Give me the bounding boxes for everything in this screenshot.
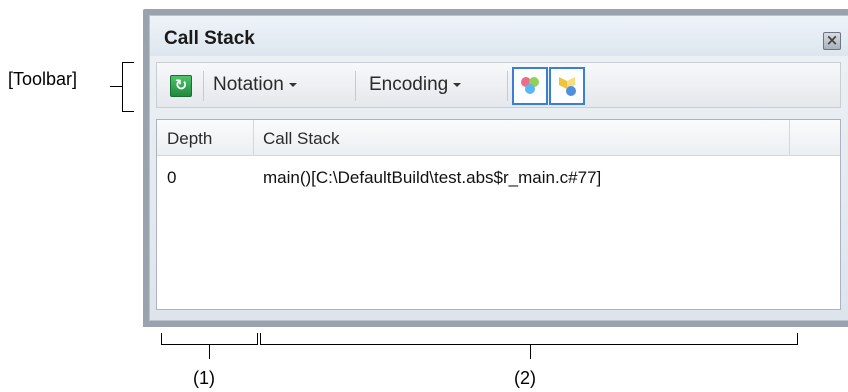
column-divider[interactable]: [253, 120, 254, 156]
refresh-icon: ↻: [170, 75, 192, 97]
encoding-menu-button[interactable]: Encoding: [369, 74, 462, 96]
callstack-column-bracket: [260, 333, 798, 345]
panel-title: Call Stack: [164, 28, 255, 49]
depth-column-label: (1): [193, 368, 215, 388]
display-arguments-toggle[interactable]: [549, 67, 585, 105]
depth-column-bracket-tick: [209, 345, 210, 359]
notation-menu-label: Notation: [213, 74, 284, 95]
column-divider[interactable]: [789, 120, 790, 156]
encoding-menu-label: Encoding: [369, 74, 449, 95]
cell-call-stack: main()[C:\DefaultBuild\test.abs$r_main.c…: [263, 168, 602, 187]
depth-column-bracket: [161, 333, 258, 345]
toolbar-separator: [355, 71, 356, 101]
panel-title-bar: Call Stack ×: [150, 16, 848, 56]
display-function-icon: [521, 77, 539, 94]
display-arguments-icon: [559, 77, 576, 96]
display-function-toggle[interactable]: [512, 67, 548, 105]
notation-menu-button[interactable]: Notation: [213, 74, 297, 96]
toolbar-callout-tick: [110, 86, 122, 87]
callstack-column-label: (2): [514, 368, 536, 388]
toolbar-separator: [203, 71, 204, 101]
cell-depth: 0: [167, 168, 177, 187]
toolbar-separator: [507, 71, 508, 101]
column-header-call-stack[interactable]: Call Stack: [263, 129, 340, 149]
toolbar: ↻ Notation Encoding: [156, 62, 841, 108]
chevron-down-icon: [288, 82, 297, 87]
close-icon[interactable]: ×: [823, 32, 841, 50]
table-header: Depth Call Stack: [157, 120, 840, 156]
chevron-down-icon: [453, 82, 462, 87]
callstack-column-bracket-tick: [530, 345, 531, 359]
column-header-depth[interactable]: Depth: [167, 129, 212, 149]
refresh-button[interactable]: ↻: [170, 75, 192, 97]
call-stack-panel-body: Call Stack × ↻ Notation Encoding Depth C…: [149, 15, 848, 321]
call-stack-table: Depth Call Stack 0 main()[C:\DefaultBuil…: [156, 119, 841, 310]
toolbar-callout-label: [Toolbar]: [8, 69, 78, 89]
toolbar-callout-bracket: [122, 62, 134, 112]
call-stack-panel: Call Stack × ↻ Notation Encoding Depth C…: [143, 9, 848, 327]
